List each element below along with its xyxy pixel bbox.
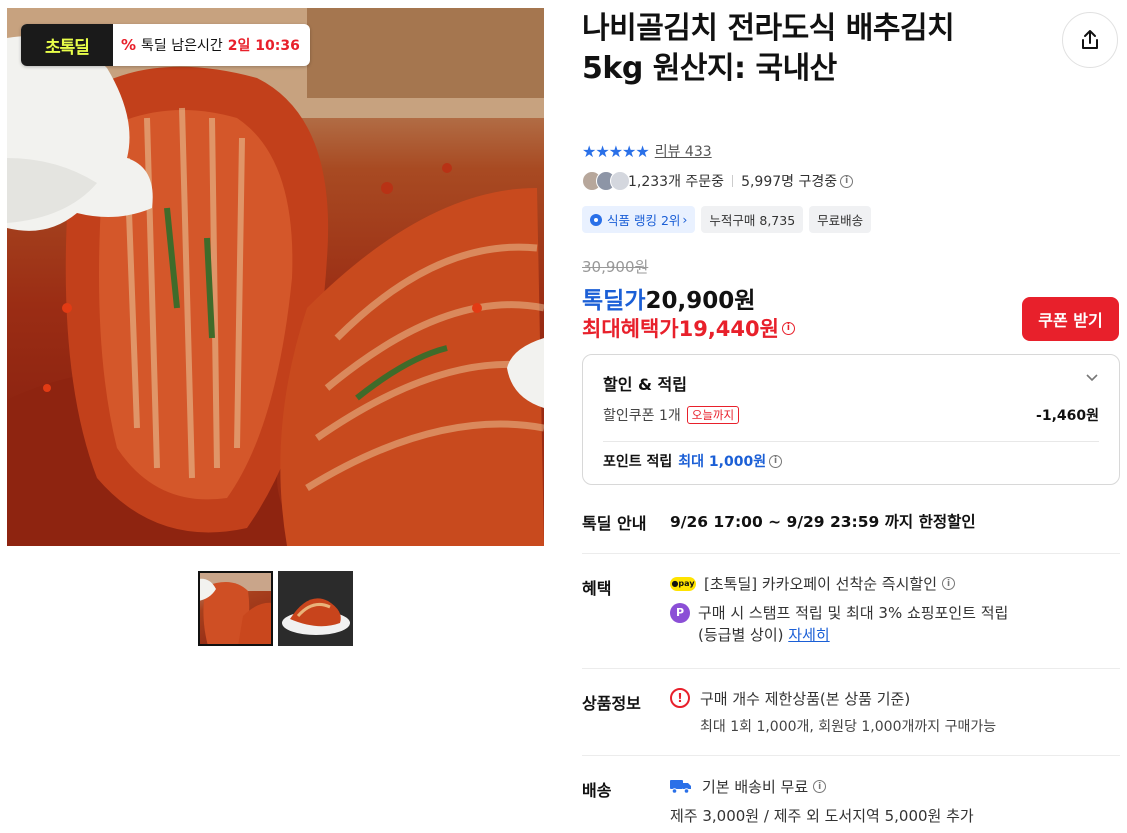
stamp-text: 구매 시 스탬프 적립 및 최대 3% 쇼핑포인트 적립 <box>698 604 1009 622</box>
percent-icon: % <box>121 36 137 54</box>
divider <box>582 755 1120 756</box>
stamp-text-note: (등급별 상이) 자세히 <box>698 624 1008 646</box>
share-icon <box>1082 30 1098 49</box>
discount-accordion[interactable]: 할인 & 적립 할인쿠폰 1개 오늘까지 -1,460원 포인트 적립 최대 1… <box>582 354 1120 485</box>
deal-price: 톡딜가20,900원 <box>582 281 755 315</box>
point-label: 포인트 적립 <box>603 454 673 470</box>
warning-icon: ! <box>670 688 690 708</box>
discount-heading: 할인 & 적립 <box>603 375 687 394</box>
thumbnail-2-image <box>278 571 353 646</box>
divider <box>582 553 1120 554</box>
share-button[interactable] <box>1062 12 1118 68</box>
chevron-down-icon[interactable] <box>1085 373 1099 383</box>
max-benefit-price: 최대혜택가 19,440원 i <box>582 313 795 343</box>
product-title: 나비골김치 전라도식 배추김치5kg 원산지: 국내산 <box>582 11 955 86</box>
thumbnail-1-image <box>198 571 273 646</box>
product-info-label: 상품정보 <box>582 694 641 713</box>
coupon-label: 할인쿠폰 1개 <box>603 408 681 424</box>
kakaopay-text: [초톡딜] 카카오페이 선착순 즉시할인 <box>704 575 938 593</box>
stamp-note-text: (등급별 상이) <box>698 626 784 644</box>
chevron-right-icon: › <box>682 212 688 227</box>
today-only-tag: 오늘까지 <box>686 406 740 424</box>
deal-countdown-badge: 초톡딜 % 톡딜 남은시간 2일 10:36 <box>21 24 310 66</box>
product-tags: 식품 랭킹 2위 › 누적구매 8,735 무료배송 <box>582 206 872 233</box>
cumulative-purchase-tag: 누적구매 8,735 <box>701 206 804 233</box>
coupon-row: 할인쿠폰 1개 오늘까지 -1,460원 <box>603 405 1099 425</box>
watching-count: 5,997명 구경중 <box>741 174 838 190</box>
countdown-time: 2일 10:36 <box>227 38 300 54</box>
kakaopay-benefit: ●pay [초톡딜] 카카오페이 선착순 즉시할인 i <box>670 573 956 595</box>
deal-price-label: 톡딜가 <box>582 288 646 314</box>
info-icon[interactable]: i <box>781 321 795 335</box>
star-rating: ★★★★★ <box>582 141 650 161</box>
social-proof-row: 1,233개 주문중 5,997명 구경중 i <box>582 171 854 191</box>
ordering-count: 1,233개 주문중 <box>628 174 725 190</box>
max-benefit-value: 19,440원 <box>678 317 779 341</box>
avatar <box>610 171 630 191</box>
info-icon[interactable]: i <box>840 174 854 188</box>
divider <box>603 441 1099 442</box>
thumbnail-list <box>198 571 353 646</box>
deal-guide-text: 9/26 17:00 ~ 9/29 23:59 까지 한정할인 <box>670 513 976 531</box>
kakaopay-icon: ●pay <box>670 577 696 591</box>
thumbnail-2[interactable] <box>278 571 353 646</box>
kimchi-photo <box>7 8 544 546</box>
benefits-label: 혜택 <box>582 579 612 598</box>
buyer-avatars <box>582 171 630 191</box>
rating-row: ★★★★★ 리뷰 433 <box>582 141 712 161</box>
deal-guide-label: 톡딜 안내 <box>582 514 647 533</box>
ranking-tag[interactable]: 식품 랭킹 2위 › <box>582 206 696 233</box>
divider <box>582 668 1120 669</box>
original-price: 30,900원 <box>582 258 649 276</box>
ranking-label: 식품 랭킹 2위 <box>607 213 681 228</box>
max-benefit-label: 최대혜택가 <box>582 317 679 341</box>
truck-icon <box>670 780 691 794</box>
thumbnail-1[interactable] <box>198 571 273 646</box>
point-icon: P <box>670 603 690 623</box>
shipping-label: 배송 <box>582 781 612 800</box>
purchase-limit-row: ! 구매 개수 제한상품(본 상품 기준) <box>670 688 910 710</box>
ranking-icon <box>590 213 602 226</box>
deal-price-value: 20,900원 <box>645 288 756 314</box>
stamp-text-block: 구매 시 스탬프 적립 및 최대 3% 쇼핑포인트 적립 (등급별 상이) 자세… <box>698 602 1008 646</box>
review-count-link[interactable]: 리뷰 433 <box>655 141 712 161</box>
free-shipping-tag: 무료배송 <box>809 206 872 233</box>
shipping-extra-text: 제주 3,000원 / 제주 외 도서지역 5,000원 추가 <box>670 807 974 825</box>
main-product-image: 초톡딜 % 톡딜 남은시간 2일 10:36 <box>7 8 544 546</box>
info-icon[interactable]: i <box>942 577 956 590</box>
shipping-fee-text: 기본 배송비 무료 <box>702 778 809 796</box>
purchase-limit-text: 구매 개수 제한상품(본 상품 기준) <box>700 690 911 708</box>
point-row: 포인트 적립 최대 1,000원 i <box>603 451 783 471</box>
divider <box>732 175 734 187</box>
point-value: 최대 1,000원 <box>678 454 767 470</box>
shipping-fee-row: 기본 배송비 무료 i <box>670 776 827 798</box>
stamp-benefit: P 구매 시 스탬프 적립 및 최대 3% 쇼핑포인트 적립 (등급별 상이) … <box>670 602 1008 646</box>
details-link[interactable]: 자세히 <box>788 626 829 644</box>
coupon-amount: -1,460원 <box>1036 408 1099 424</box>
super-deal-logo: 초톡딜 <box>21 24 113 66</box>
countdown-text: % 톡딜 남은시간 2일 10:36 <box>113 35 310 55</box>
info-icon[interactable]: i <box>769 454 783 468</box>
countdown-label: 톡딜 남은시간 <box>141 38 223 54</box>
shipping-extra-row: 제주 3,000원 / 제주 외 도서지역 5,000원 추가 <box>670 805 974 827</box>
get-coupon-button[interactable]: 쿠폰 받기 <box>1022 297 1119 341</box>
info-icon[interactable]: i <box>813 780 827 793</box>
purchase-limit-detail: 최대 1회 1,000개, 회원당 1,000개까지 구매가능 <box>700 719 997 735</box>
